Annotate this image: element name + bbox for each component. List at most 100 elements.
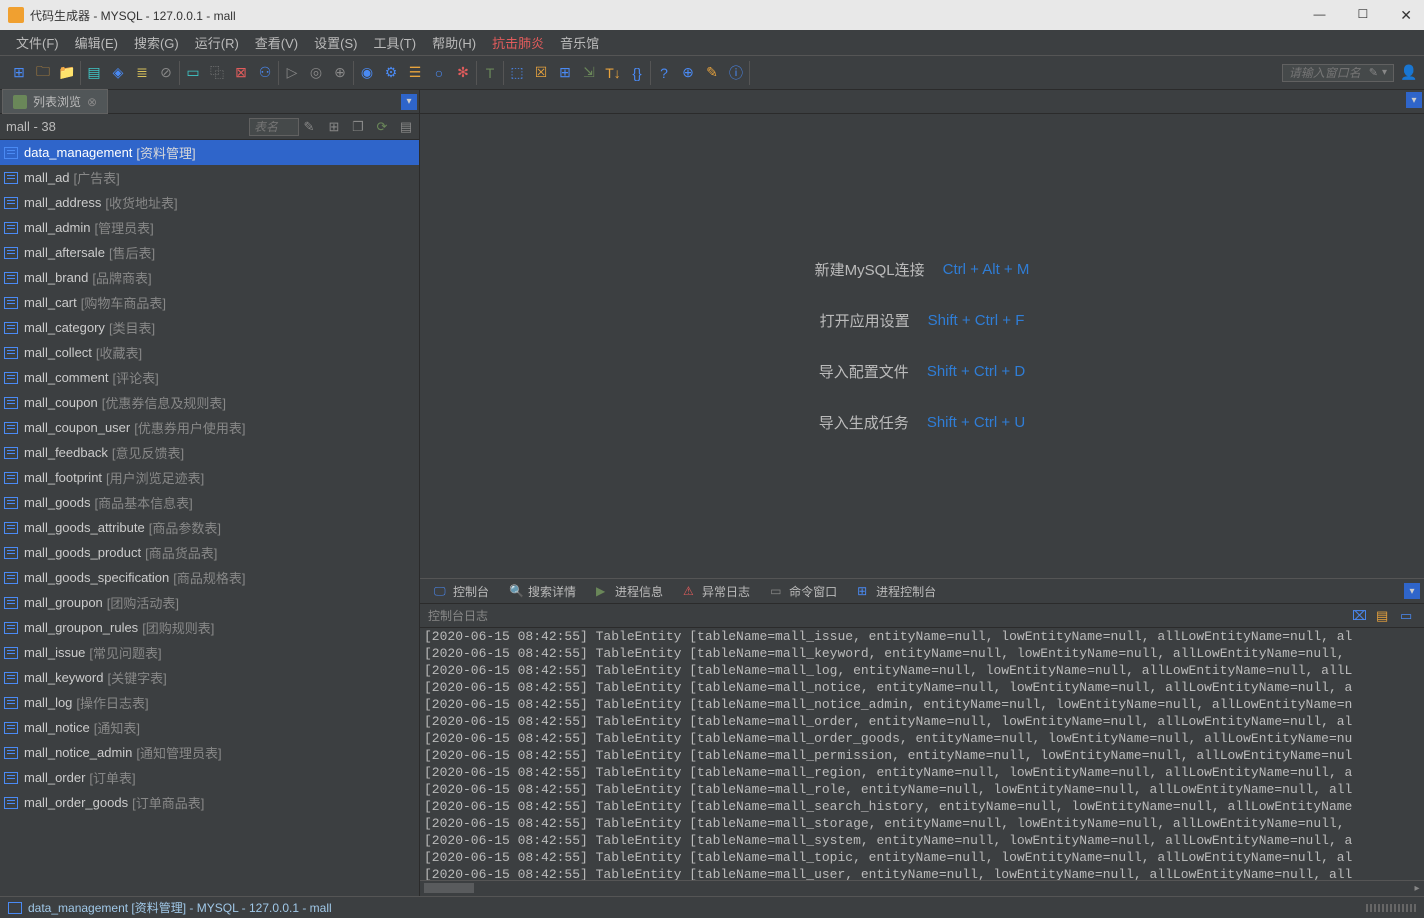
table-row[interactable]: mall_comment [评论表] xyxy=(0,365,419,390)
stack-icon[interactable]: ☰ xyxy=(406,64,424,82)
table-row[interactable]: mall_groupon_rules [团购规则表] xyxy=(0,615,419,640)
brackets-icon[interactable]: {} xyxy=(628,64,646,82)
tree-icon[interactable]: ⚇ xyxy=(256,64,274,82)
table-row[interactable]: mall_goods_attribute [商品参数表] xyxy=(0,515,419,540)
table-row[interactable]: mall_collect [收藏表] xyxy=(0,340,419,365)
wrap-icon[interactable]: ▭ xyxy=(1400,608,1416,624)
menu-1[interactable]: 编辑(E) xyxy=(67,30,126,55)
collapse-icon[interactable]: ▤ xyxy=(397,118,415,136)
disconnect-icon[interactable]: ⊘ xyxy=(157,64,175,82)
compass-icon[interactable]: ⊕ xyxy=(331,64,349,82)
select-icon[interactable]: ⬚ xyxy=(508,64,526,82)
table-row[interactable]: mall_goods_product [商品货品表] xyxy=(0,540,419,565)
window-icon[interactable]: ▭ xyxy=(184,64,202,82)
table-row[interactable]: mall_issue [常见问题表] xyxy=(0,640,419,665)
menu-7[interactable]: 帮助(H) xyxy=(424,30,484,55)
window-search-input[interactable] xyxy=(1289,66,1369,80)
settings-icon[interactable]: ✻ xyxy=(454,64,472,82)
run-icon[interactable]: ▷ xyxy=(283,64,301,82)
stop-icon[interactable]: ⊠ xyxy=(232,64,250,82)
table-row[interactable]: mall_feedback [意见反馈表] xyxy=(0,440,419,465)
console-tab-5[interactable]: ⊞进程控制台 xyxy=(847,579,946,603)
text-icon[interactable]: T xyxy=(481,64,499,82)
info-icon[interactable]: ⓘ xyxy=(727,64,745,82)
database-icon[interactable]: ≣ xyxy=(133,64,151,82)
console-dropdown-icon[interactable]: ▾ xyxy=(1404,583,1420,599)
editor-dropdown-icon[interactable]: ▾ xyxy=(1406,92,1422,108)
table-filter-input[interactable] xyxy=(249,118,299,136)
add-icon[interactable]: ⊞ xyxy=(325,118,343,136)
window-search-box[interactable]: ✎ ▾ xyxy=(1282,64,1394,82)
new-connection-icon[interactable]: ⊞ xyxy=(10,64,28,82)
export-icon[interactable]: ⇲ xyxy=(580,64,598,82)
table-row[interactable]: mall_ad [广告表] xyxy=(0,165,419,190)
maximize-button[interactable]: ☐ xyxy=(1354,3,1373,28)
minimize-button[interactable]: — xyxy=(1310,3,1330,28)
console-tab-1[interactable]: 🔍搜索详情 xyxy=(499,579,586,603)
console-tab-4[interactable]: ▭命令窗口 xyxy=(760,579,847,603)
table-list[interactable]: data_management [资料管理]mall_ad [广告表]mall_… xyxy=(0,140,419,896)
table-row[interactable]: mall_category [类目表] xyxy=(0,315,419,340)
gear-icon[interactable]: ⚙ xyxy=(382,64,400,82)
menu-5[interactable]: 设置(S) xyxy=(306,30,365,55)
console-tab-3[interactable]: ⚠异常日志 xyxy=(673,579,760,603)
table-row[interactable]: mall_admin [管理员表] xyxy=(0,215,419,240)
table-row[interactable]: mall_groupon [团购活动表] xyxy=(0,590,419,615)
table-row[interactable]: mall_coupon [优惠券信息及规则表] xyxy=(0,390,419,415)
user-icon[interactable]: 👤 xyxy=(1400,64,1418,82)
console-tab-2[interactable]: ▶进程信息 xyxy=(586,579,673,603)
menu-4[interactable]: 查看(V) xyxy=(247,30,306,55)
table-row[interactable]: mall_coupon_user [优惠券用户使用表] xyxy=(0,415,419,440)
close-icon[interactable]: ⊗ xyxy=(87,95,97,109)
horizontal-scrollbar[interactable]: ◂ ▸ xyxy=(420,880,1424,896)
table-row[interactable]: mall_log [操作日志表] xyxy=(0,690,419,715)
panel-dropdown-icon[interactable]: ▾ xyxy=(401,94,417,110)
server-icon[interactable]: ▤ xyxy=(85,64,103,82)
menu-2[interactable]: 搜索(G) xyxy=(126,30,187,55)
list-icon[interactable]: ▤ xyxy=(1376,608,1392,624)
table-row[interactable]: mall_notice_admin [通知管理员表] xyxy=(0,740,419,765)
copy-icon[interactable]: ❐ xyxy=(349,118,367,136)
menu-8[interactable]: 抗击肺炎 xyxy=(484,30,552,55)
broom-icon[interactable]: ⌧ xyxy=(1352,608,1368,624)
resize-grip[interactable] xyxy=(1366,904,1416,912)
scroll-right-icon[interactable]: ▸ xyxy=(1410,881,1424,895)
help-icon[interactable]: ? xyxy=(655,64,673,82)
table-row[interactable]: mall_order_goods [订单商品表] xyxy=(0,790,419,815)
scrollbar-thumb[interactable] xyxy=(424,883,474,893)
table-row[interactable]: mall_goods_specification [商品规格表] xyxy=(0,565,419,590)
table-row[interactable]: mall_address [收货地址表] xyxy=(0,190,419,215)
menu-0[interactable]: 文件(F) xyxy=(8,30,67,55)
tab-list-browse[interactable]: 列表浏览 ⊗ xyxy=(2,89,108,114)
checkbox-icon[interactable]: ☒ xyxy=(532,64,550,82)
table-row[interactable]: mall_keyword [关键字表] xyxy=(0,665,419,690)
table-row[interactable]: data_management [资料管理] xyxy=(0,140,419,165)
refresh-icon[interactable]: ◈ xyxy=(109,64,127,82)
target-icon[interactable]: ◎ xyxy=(307,64,325,82)
open-folder-icon[interactable]: 🗀 xyxy=(34,64,52,82)
tag-icon[interactable]: T↓ xyxy=(604,64,622,82)
eye-icon[interactable]: ◉ xyxy=(358,64,376,82)
table-row[interactable]: mall_footprint [用户浏览足迹表] xyxy=(0,465,419,490)
menu-9[interactable]: 音乐馆 xyxy=(552,30,607,55)
table-row[interactable]: mall_order [订单表] xyxy=(0,765,419,790)
chevron-down-icon[interactable]: ▾ xyxy=(1382,67,1387,78)
close-button[interactable]: ✕ xyxy=(1396,3,1416,28)
upload-icon[interactable]: ⊕ xyxy=(679,64,697,82)
menu-3[interactable]: 运行(R) xyxy=(187,30,247,55)
grid-icon[interactable]: ⊞ xyxy=(556,64,574,82)
refresh-icon[interactable]: ⟳ xyxy=(373,118,391,136)
console-log[interactable]: [2020-06-15 08:42:55] TableEntity [table… xyxy=(420,628,1424,880)
table-row[interactable]: mall_brand [品牌商表] xyxy=(0,265,419,290)
table-row[interactable]: mall_goods [商品基本信息表] xyxy=(0,490,419,515)
console-tab-0[interactable]: 🖵控制台 xyxy=(424,579,499,603)
copy-icon[interactable]: ⿻ xyxy=(208,64,226,82)
folder-icon[interactable]: 📁 xyxy=(58,64,76,82)
pencil-icon[interactable]: ✎ xyxy=(302,120,316,134)
table-row[interactable]: mall_notice [通知表] xyxy=(0,715,419,740)
table-row[interactable]: mall_cart [购物车商品表] xyxy=(0,290,419,315)
edit-icon[interactable]: ✎ xyxy=(703,64,721,82)
menu-6[interactable]: 工具(T) xyxy=(365,30,424,55)
table-row[interactable]: mall_aftersale [售后表] xyxy=(0,240,419,265)
ring-icon[interactable]: ○ xyxy=(430,64,448,82)
